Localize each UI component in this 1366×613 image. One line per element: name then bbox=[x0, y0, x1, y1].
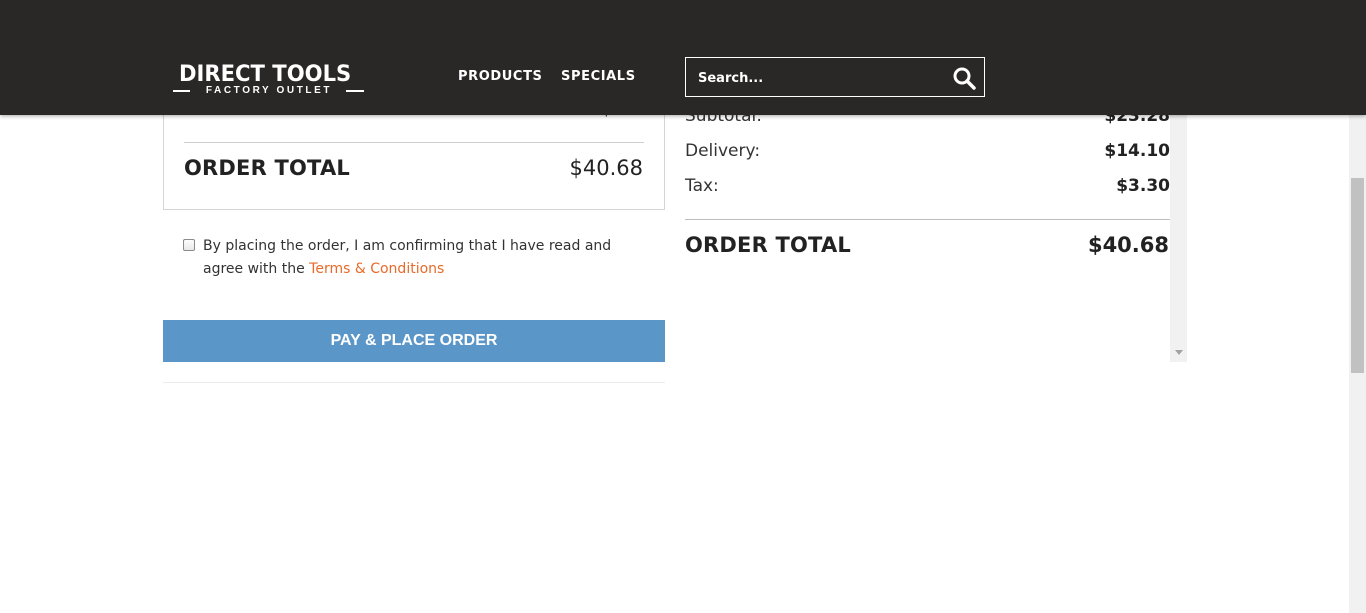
delivery-value: $14.10 bbox=[1104, 141, 1170, 161]
logo-rule-left bbox=[173, 90, 190, 92]
search-icon[interactable] bbox=[952, 66, 976, 90]
scroll-down-arrow-icon[interactable] bbox=[1175, 350, 1183, 355]
nav-products[interactable]: PRODUCTS bbox=[458, 69, 543, 85]
left-order-total-label: ORDER TOTAL bbox=[184, 156, 350, 180]
left-order-total-value: $40.68 bbox=[569, 156, 643, 180]
nav-specials[interactable]: SPECIALS bbox=[561, 69, 636, 85]
search-input[interactable] bbox=[698, 69, 938, 87]
tax-label: Tax: bbox=[685, 176, 719, 196]
tax-row: Tax: $3.30 bbox=[685, 176, 1170, 196]
search-box bbox=[685, 57, 985, 97]
tax-value: $3.30 bbox=[1116, 176, 1170, 196]
right-divider bbox=[685, 219, 1170, 220]
order-total-value: $40.68 bbox=[1087, 233, 1169, 257]
logo-rule-right bbox=[346, 90, 364, 92]
page-scrollbar-thumb[interactable] bbox=[1351, 178, 1364, 373]
terms-checkbox[interactable] bbox=[183, 239, 195, 251]
pay-place-order-button[interactable]: PAY & PLACE ORDER bbox=[163, 320, 665, 362]
left-divider bbox=[184, 142, 644, 143]
delivery-row: Delivery: $14.10 bbox=[685, 141, 1170, 161]
order-total-label: ORDER TOTAL bbox=[685, 233, 851, 257]
logo-tagline-text: FACTORY OUTLET bbox=[205, 85, 333, 96]
delivery-label: Delivery: bbox=[685, 141, 761, 161]
logo-tagline: FACTORY OUTLET bbox=[172, 85, 366, 96]
direct-tools-logo[interactable]: DIRECT TOOLS FACTORY OUTLET bbox=[172, 62, 366, 96]
terms-conditions-link[interactable]: Terms & Conditions bbox=[309, 261, 444, 277]
summary-scrollbar[interactable] bbox=[1170, 100, 1187, 362]
right-order-summary bbox=[675, 100, 1187, 362]
terms-agreement-text: By placing the order, I am confirming th… bbox=[203, 235, 643, 281]
section-divider bbox=[163, 382, 665, 383]
site-header: DIRECT TOOLS FACTORY OUTLET PRODUCTS SPE… bbox=[0, 0, 1366, 115]
logo-wordmark: DIRECT TOOLS bbox=[178, 62, 352, 87]
